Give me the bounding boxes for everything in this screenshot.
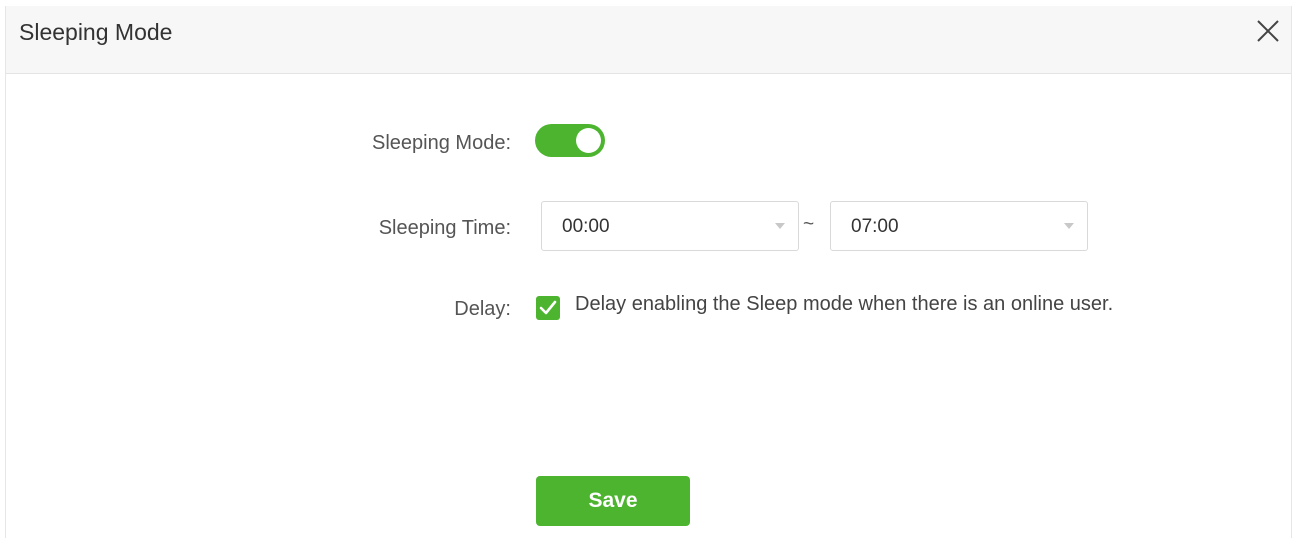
delay-description: Delay enabling the Sleep mode when there…: [575, 293, 1114, 315]
dialog-title: Sleeping Mode: [19, 19, 173, 45]
dialog-header: Sleeping Mode: [6, 6, 1291, 74]
save-button[interactable]: Save: [536, 476, 690, 526]
sleeping-mode-dialog: Sleeping Mode: [5, 6, 1292, 538]
sleeping-mode-label: Sleeping Mode:: [372, 132, 511, 154]
start-time-value: 00:00: [562, 216, 610, 237]
checkmark-icon: [539, 300, 557, 315]
delay-checkbox[interactable]: [536, 296, 560, 320]
delay-label: Delay:: [454, 298, 511, 320]
end-time-value: 07:00: [851, 216, 899, 237]
chevron-down-icon: [775, 223, 785, 229]
sleeping-time-label: Sleeping Time:: [378, 217, 511, 239]
toggle-knob: [576, 128, 601, 153]
start-time-select[interactable]: 00:00: [541, 201, 799, 251]
close-icon[interactable]: [1253, 16, 1283, 46]
time-separator: ~: [803, 214, 815, 235]
sleeping-mode-toggle[interactable]: [535, 124, 605, 157]
end-time-select[interactable]: 07:00: [830, 201, 1088, 251]
chevron-down-icon: [1064, 223, 1074, 229]
